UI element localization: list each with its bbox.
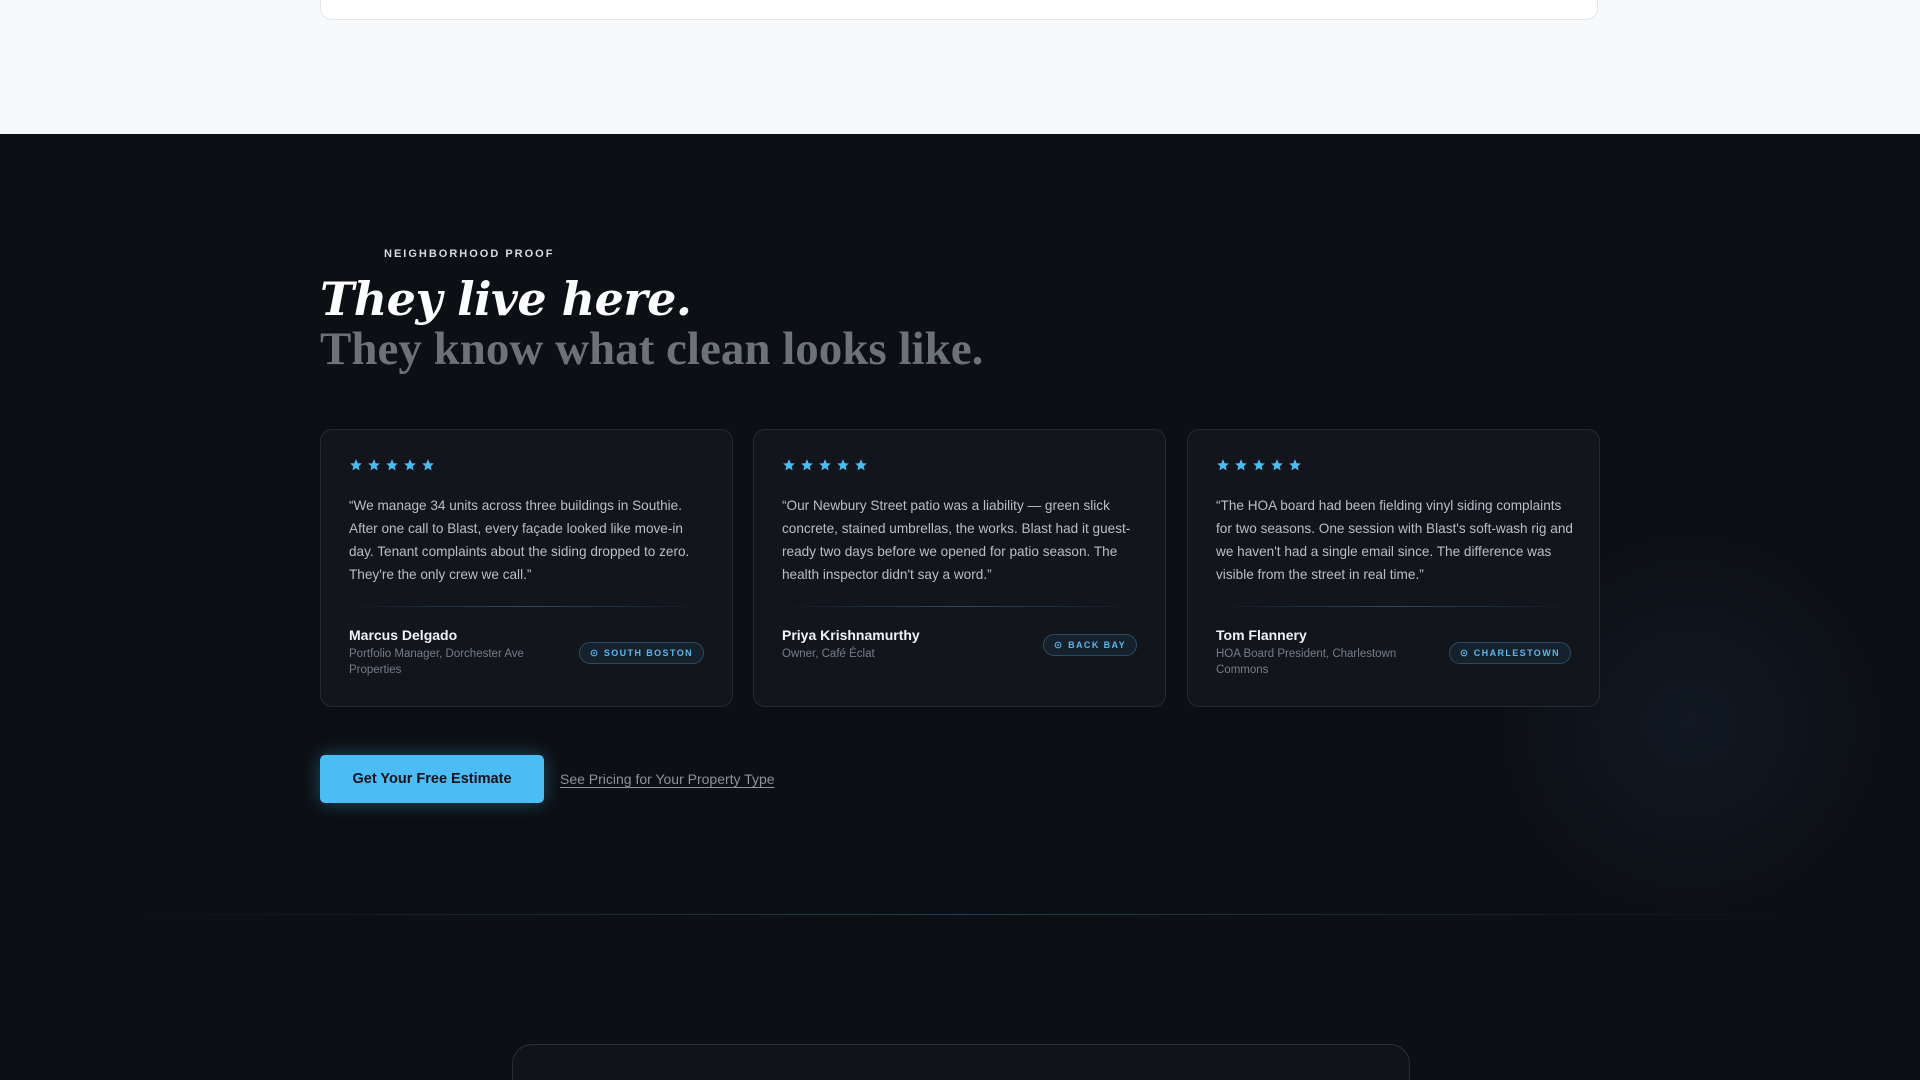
star-rating — [349, 458, 704, 474]
neighborhood-label: CHARLESTOWN — [1473, 647, 1560, 658]
next-section-card — [512, 1044, 1410, 1080]
previous-section-card — [320, 0, 1598, 20]
star-icon — [1270, 458, 1284, 472]
map-pin-icon — [590, 649, 598, 657]
star-icon — [403, 458, 417, 472]
testimonial-card: “Our Newbury Street patio was a liabilit… — [753, 429, 1166, 707]
testimonial-cards: “We manage 34 units across three buildin… — [320, 429, 1600, 707]
star-rating — [782, 458, 1137, 474]
star-icon — [1288, 458, 1302, 472]
author-name: Priya Krishnamurthy — [782, 627, 920, 643]
author-row: Tom Flannery HOA Board President, Charle… — [1216, 627, 1571, 678]
previous-section — [0, 0, 1920, 134]
section-headline-primary: They live here. — [320, 272, 692, 326]
neighborhood-label: SOUTH BOSTON — [603, 647, 693, 658]
testimonial-quote: “We manage 34 units across three buildin… — [349, 498, 690, 582]
map-pin-icon — [1054, 641, 1062, 649]
author-name: Tom Flannery — [1216, 627, 1307, 643]
author-role: HOA Board President, Charlestown Commons — [1216, 648, 1397, 676]
author-role: Portfolio Manager, Dorchester Ave Proper… — [349, 648, 524, 676]
card-divider — [1216, 606, 1571, 607]
section-divider — [120, 914, 1800, 915]
author-role: Owner, Café Éclat — [782, 648, 875, 660]
section-headline-secondary: They know what clean looks like. — [320, 323, 984, 375]
neighborhood-badge: BACK BAY — [1043, 633, 1137, 656]
star-icon — [818, 458, 832, 472]
star-icon — [367, 458, 381, 472]
neighborhood-label: BACK BAY — [1068, 639, 1126, 650]
pricing-link[interactable]: See Pricing for Your Property Type — [560, 771, 775, 787]
author-row: Priya Krishnamurthy Owner, Café Éclat BA… — [782, 627, 1137, 662]
star-icon — [421, 458, 435, 472]
author-name: Marcus Delgado — [349, 627, 458, 643]
star-icon — [800, 458, 814, 472]
cta-row: Get Your Free Estimate See Pricing for Y… — [320, 755, 775, 803]
testimonial-quote: “Our Newbury Street patio was a liabilit… — [782, 498, 1131, 582]
testimonial-card: “We manage 34 units across three buildin… — [320, 429, 733, 707]
section-eyebrow: NEIGHBORHOOD PROOF — [384, 248, 555, 260]
card-divider — [782, 606, 1137, 607]
testimonial-card: “The HOA board had been fielding vinyl s… — [1187, 429, 1600, 707]
free-estimate-button[interactable]: Get Your Free Estimate — [320, 755, 544, 803]
star-icon — [1216, 458, 1230, 472]
star-icon — [854, 458, 868, 472]
star-icon — [1252, 458, 1266, 472]
card-divider — [349, 606, 704, 607]
star-icon — [349, 458, 363, 472]
author-info: Priya Krishnamurthy Owner, Café Éclat — [782, 627, 982, 662]
star-icon — [385, 458, 399, 472]
star-rating — [1216, 458, 1571, 474]
author-info: Tom Flannery HOA Board President, Charle… — [1216, 627, 1416, 678]
testimonial-quote: “The HOA board had been fielding vinyl s… — [1216, 498, 1573, 582]
neighborhood-badge: SOUTH BOSTON — [578, 641, 704, 664]
map-pin-icon — [1460, 649, 1468, 657]
testimonials-section: NEIGHBORHOOD PROOF They live here. They … — [0, 134, 1920, 1080]
star-icon — [782, 458, 796, 472]
star-icon — [1234, 458, 1248, 472]
neighborhood-badge: CHARLESTOWN — [1448, 641, 1571, 664]
author-row: Marcus Delgado Portfolio Manager, Dorche… — [349, 627, 704, 678]
star-icon — [836, 458, 850, 472]
author-info: Marcus Delgado Portfolio Manager, Dorche… — [349, 627, 549, 678]
page: NEIGHBORHOOD PROOF They live here. They … — [0, 0, 1920, 1080]
